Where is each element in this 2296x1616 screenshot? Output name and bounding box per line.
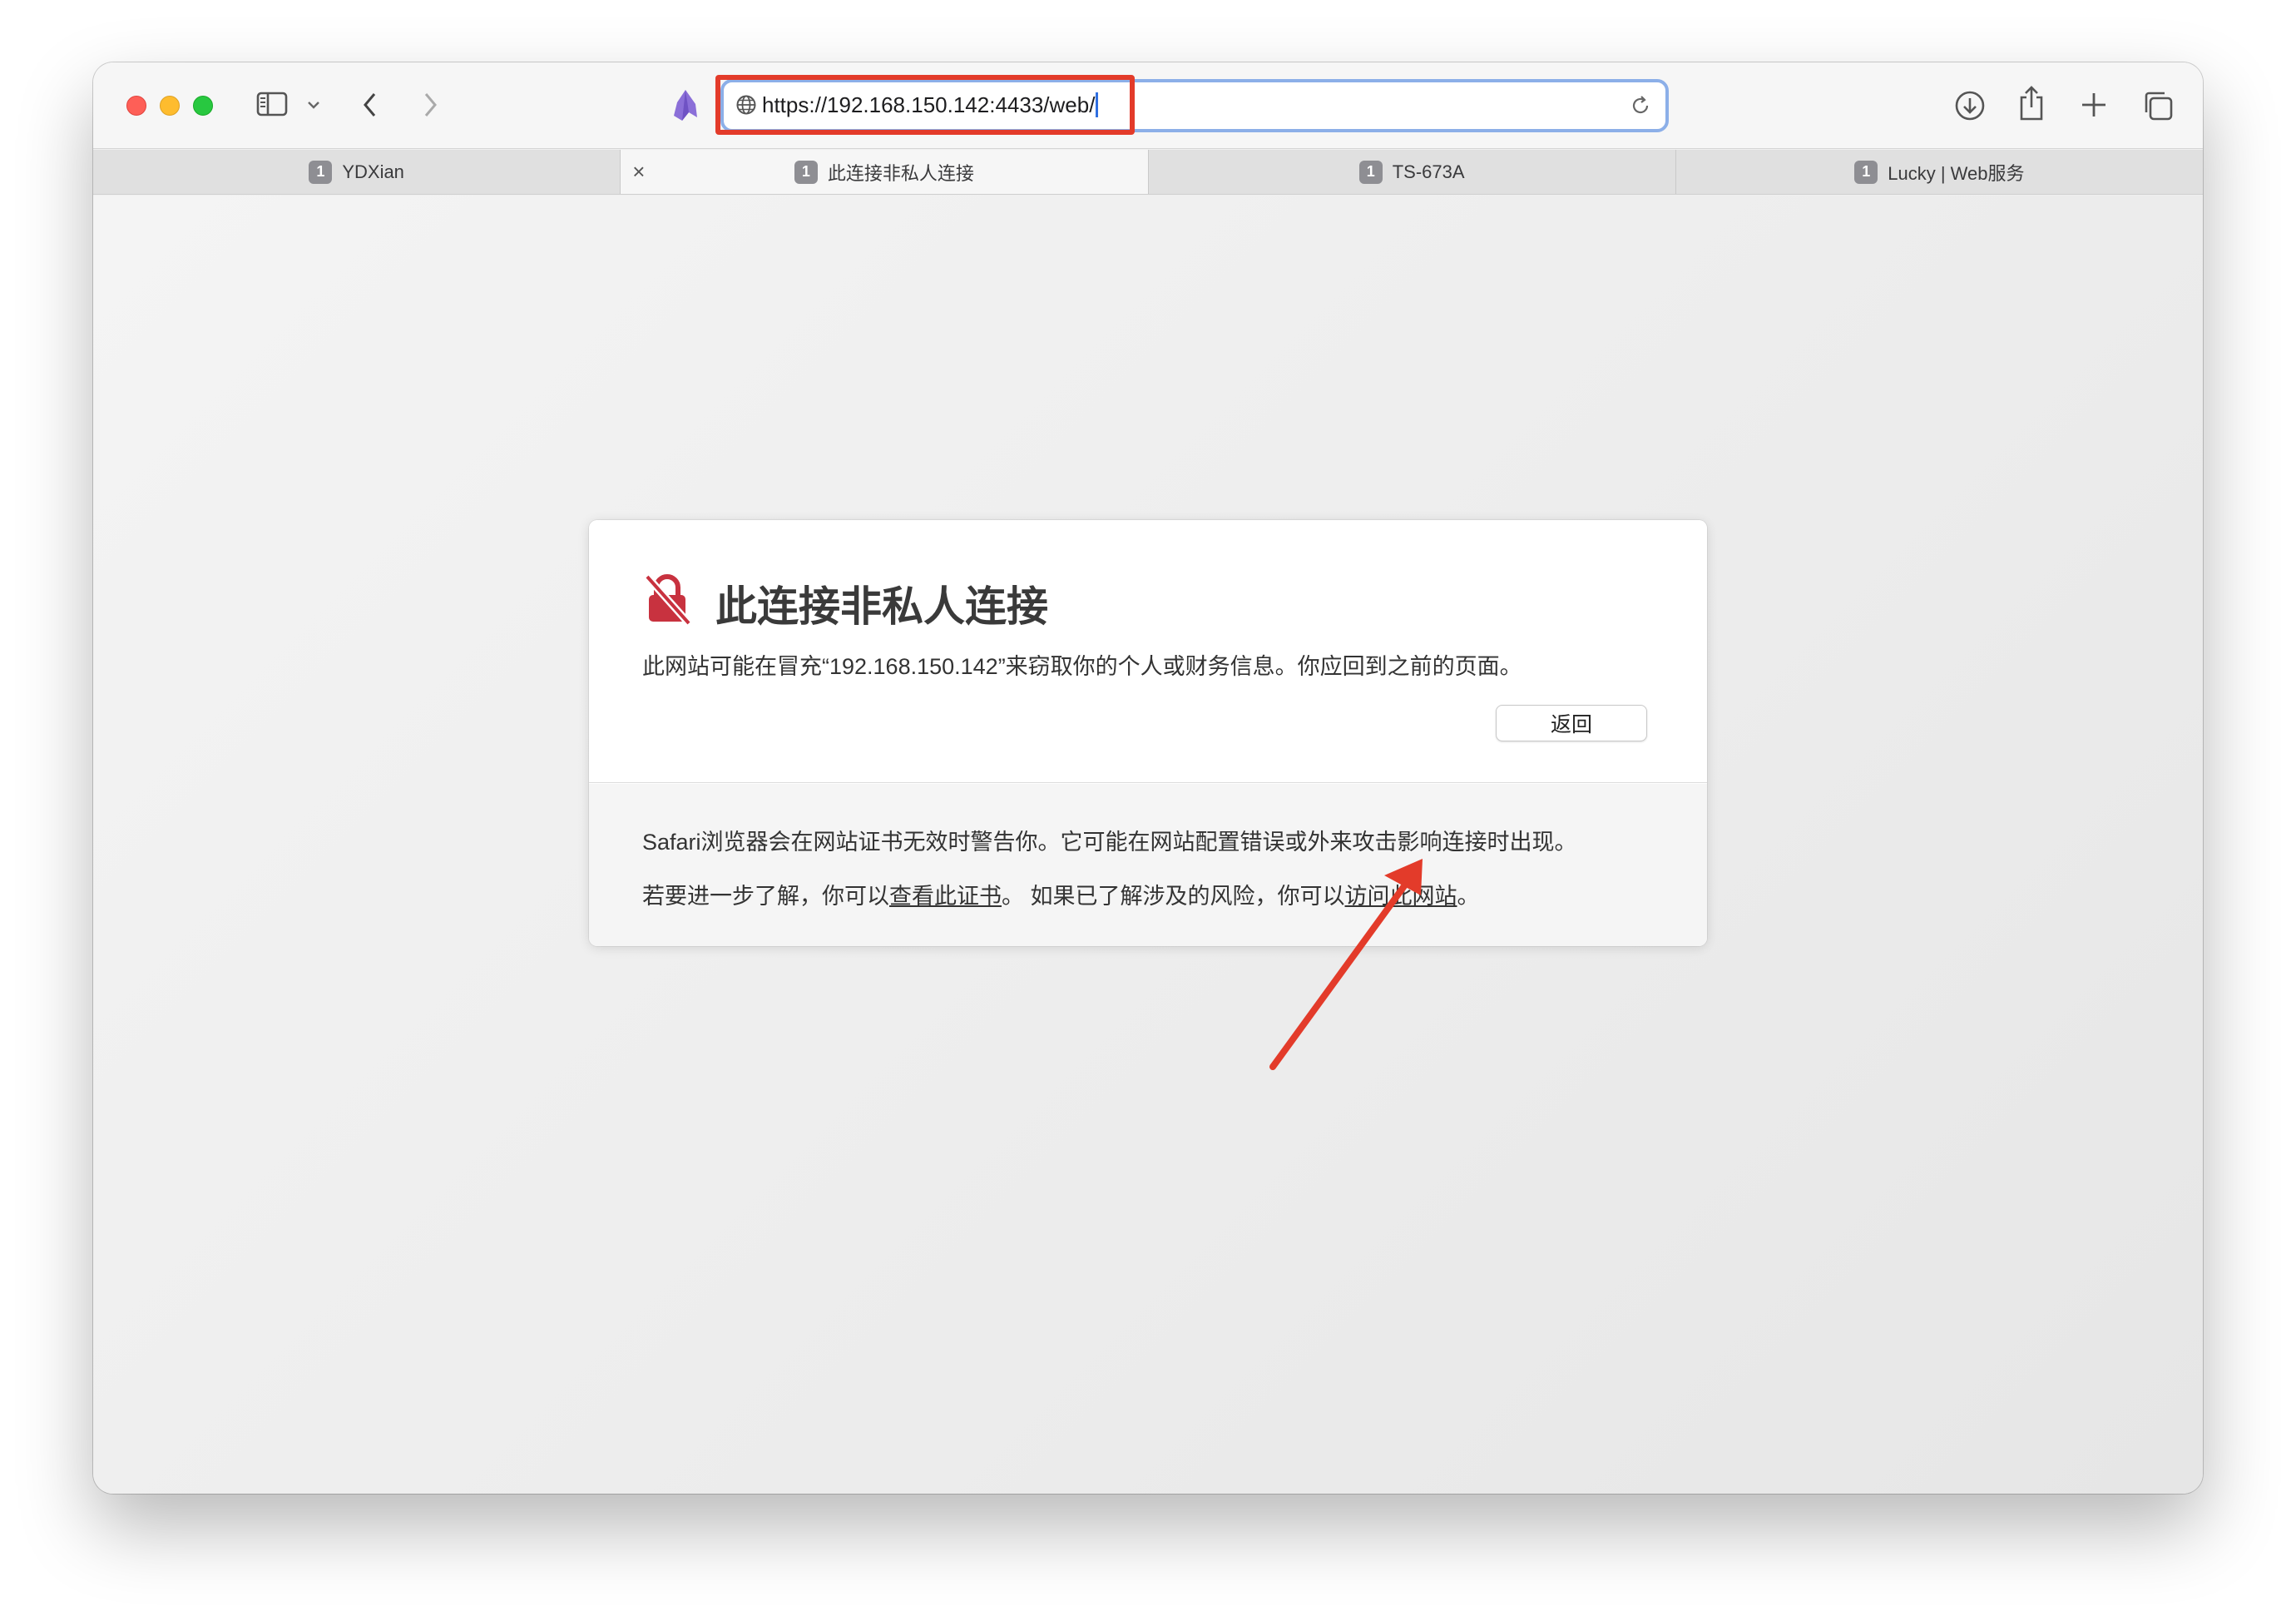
back-icon[interactable] bbox=[361, 91, 379, 119]
warning-header-section: 此连接非私人连接 此网站可能在冒充“192.168.150.142”来窃取你的个… bbox=[589, 520, 1707, 783]
certificate-warning-dialog: 此连接非私人连接 此网站可能在冒充“192.168.150.142”来窃取你的个… bbox=[589, 520, 1707, 946]
view-certificate-link[interactable]: 查看此证书 bbox=[889, 884, 1002, 909]
lock-broken-icon bbox=[642, 573, 692, 629]
tab-label: TS-673A bbox=[1392, 161, 1465, 182]
details-line-2-middle: 。 如果已了解涉及的风险，你可以 bbox=[1002, 884, 1345, 909]
chevron-down-icon[interactable] bbox=[306, 99, 321, 111]
visit-website-link[interactable]: 访问此网站 bbox=[1345, 884, 1457, 909]
download-icon[interactable] bbox=[1953, 89, 1987, 122]
tab-lucky-web[interactable]: 1 Lucky | Web服务 bbox=[1676, 150, 2203, 194]
warning-message: 此网站可能在冒充“192.168.150.142”来窃取你的个人或财务信息。你应… bbox=[642, 654, 1522, 679]
tab-label: 此连接非私人连接 bbox=[827, 162, 974, 184]
tab-label: Lucky | Web服务 bbox=[1888, 162, 2025, 184]
close-tab-icon[interactable]: × bbox=[632, 160, 645, 183]
back-button[interactable]: 返回 bbox=[1496, 705, 1647, 741]
close-window-button[interactable] bbox=[126, 96, 146, 116]
warning-details-section: Safari浏览器会在网站证书无效时警告你。它可能在网站配置错误或外来攻击影响连… bbox=[589, 784, 1707, 946]
tab-overview-icon[interactable] bbox=[2141, 89, 2175, 122]
page-content: 此连接非私人连接 此网站可能在冒充“192.168.150.142”来窃取你的个… bbox=[93, 196, 2203, 1494]
tab-badge: 1 bbox=[794, 160, 818, 184]
toolbar: https://192.168.150.142:4433/web/ bbox=[93, 62, 2203, 149]
new-tab-icon[interactable] bbox=[2080, 91, 2108, 119]
url-highlight-annotation bbox=[715, 75, 1135, 135]
tab-badge: 1 bbox=[1358, 160, 1383, 184]
forward-icon[interactable] bbox=[421, 91, 439, 119]
tab-bar: 1 YDXian × 1 此连接非私人连接 1 TS-673A 1 Lucky … bbox=[93, 150, 2203, 195]
details-line-1: Safari浏览器会在网站证书无效时警告你。它可能在网站配置错误或外来攻击影响连… bbox=[642, 830, 1577, 855]
tab-private-connection[interactable]: × 1 此连接非私人连接 bbox=[621, 150, 1149, 194]
reload-icon[interactable] bbox=[1629, 94, 1652, 121]
warning-title: 此连接非私人连接 bbox=[715, 582, 1048, 631]
browser-window: https://192.168.150.142:4433/web/ 1 YDXi… bbox=[93, 62, 2203, 1494]
minimize-window-button[interactable] bbox=[160, 96, 180, 116]
tab-ydxian[interactable]: 1 YDXian bbox=[93, 150, 621, 194]
tab-badge: 1 bbox=[309, 160, 333, 184]
tab-label: YDXian bbox=[342, 161, 404, 182]
sidebar-icon[interactable] bbox=[256, 91, 288, 117]
details-line-2: 若要进一步了解，你可以查看此证书。 如果已了解涉及的风险，你可以访问此网站。 bbox=[642, 878, 1480, 910]
share-icon[interactable] bbox=[2016, 84, 2046, 122]
zoom-window-button[interactable] bbox=[193, 96, 213, 116]
tab-badge: 1 bbox=[1854, 160, 1878, 184]
details-line-2-prefix: 若要进一步了解，你可以 bbox=[642, 884, 889, 909]
tab-ts-673a[interactable]: 1 TS-673A bbox=[1149, 150, 1676, 194]
details-line-2-suffix: 。 bbox=[1457, 884, 1480, 909]
extension-icon[interactable] bbox=[670, 87, 700, 122]
